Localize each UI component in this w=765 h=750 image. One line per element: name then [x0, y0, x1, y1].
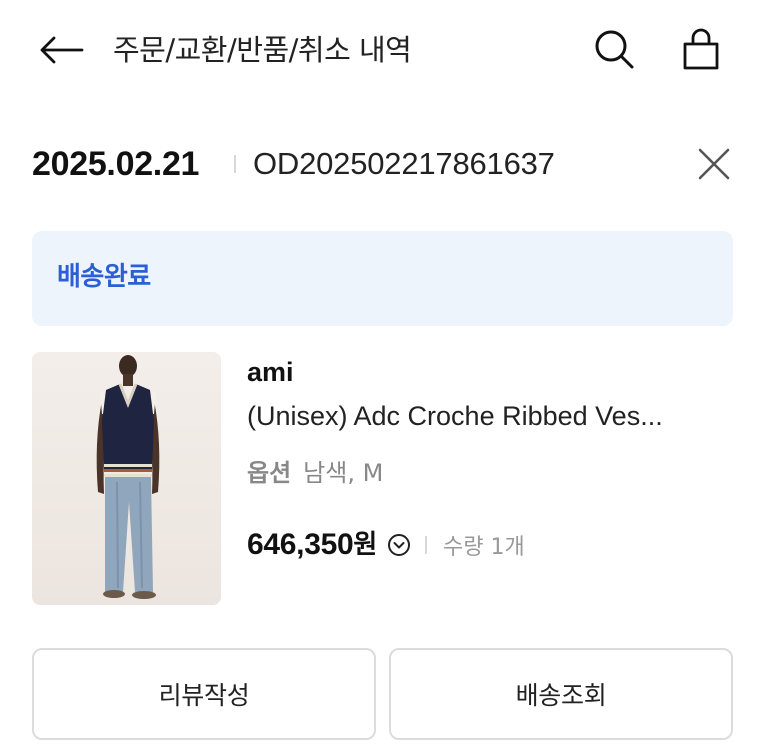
search-button[interactable]	[589, 24, 639, 74]
shopping-bag-icon	[683, 28, 719, 70]
track-delivery-button[interactable]: 배송조회	[389, 648, 733, 740]
order-item: ami (Unisex) Adc Croche Ribbed Ves... 옵션…	[32, 352, 733, 606]
product-photo	[96, 355, 160, 599]
close-button[interactable]	[692, 142, 736, 186]
order-header: 2025.02.21 OD202502217861637	[32, 140, 732, 190]
divider	[234, 155, 236, 173]
quantity: 수량 1개	[442, 535, 525, 560]
divider	[424, 536, 427, 554]
product-price: 646,350	[247, 528, 354, 561]
price-detail-toggle[interactable]	[387, 533, 411, 557]
order-date: 2025.02.21	[32, 145, 200, 183]
write-review-button[interactable]: 리뷰작성	[32, 648, 376, 740]
delivery-status-box: 배송완료	[32, 231, 733, 326]
option-label: 옵션	[247, 459, 292, 487]
search-icon	[595, 30, 634, 69]
product-image[interactable]	[32, 352, 221, 605]
arrow-left-icon	[40, 36, 84, 64]
option-value: 남색, M	[303, 459, 384, 487]
chevron-down-circle-icon	[387, 534, 410, 556]
price-currency: 원	[353, 530, 377, 560]
product-option: 옵션 남색, M	[247, 455, 383, 491]
delivery-status: 배송완료	[57, 262, 151, 292]
page-title: 주문/교환/반품/취소 내역	[113, 33, 412, 67]
back-button[interactable]	[36, 28, 86, 72]
app-header: 주문/교환/반품/취소 내역	[0, 0, 765, 100]
product-name[interactable]: (Unisex) Adc Croche Ribbed Ves...	[247, 396, 717, 436]
close-icon	[698, 148, 730, 180]
brand-name: ami	[247, 357, 294, 387]
cart-button[interactable]	[676, 24, 726, 74]
price-row: 646,350 원 수량 1개	[247, 525, 525, 565]
order-number: OD202502217861637	[253, 146, 555, 181]
